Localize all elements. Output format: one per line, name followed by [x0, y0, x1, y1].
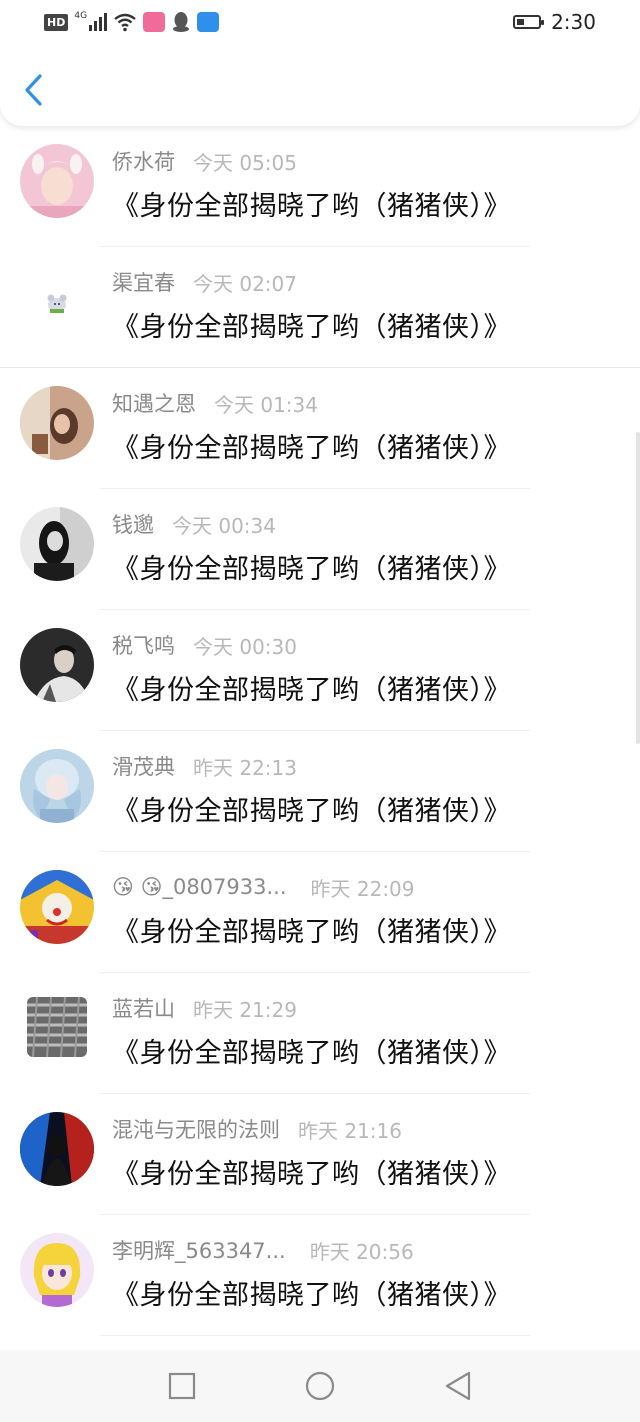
message-text: 《身份全部揭晓了哟（猪猪侠）》: [112, 1038, 511, 1069]
message-meta: 侨水荷 今天 05:05: [112, 146, 297, 176]
message-text: 《身份全部揭晓了哟（猪猪侠）》: [112, 191, 511, 222]
avatar[interactable]: [20, 1233, 94, 1307]
message-time: 昨天 20:56: [309, 1239, 414, 1264]
message-time: 昨天 22:09: [310, 876, 415, 901]
sender-name: 蓝若山: [112, 997, 175, 1021]
bilibili-app-icon: [143, 12, 166, 32]
list-item[interactable]: 混沌与无限的法则 昨天 21:16 《身份全部揭晓了哟（猪猪侠）》: [0, 1094, 640, 1215]
sender-name: 李明辉_563347...: [112, 1239, 286, 1263]
message-time: 今天 00:34: [172, 513, 276, 538]
message-meta: 税飞鸣 今天 00:30: [112, 630, 297, 660]
sender-name: 渠宜春: [112, 271, 175, 295]
sender-name: 知遇之恩: [112, 392, 196, 416]
message-meta: 😘 😘_0807933... 昨天 22:09: [112, 872, 415, 902]
message-meta: 渠宜春 今天 02:07: [112, 267, 297, 297]
avatar[interactable]: [20, 749, 94, 823]
message-meta: 混沌与无限的法则 昨天 21:16: [112, 1114, 402, 1144]
avatar[interactable]: [20, 870, 94, 944]
message-text: 《身份全部揭晓了哟（猪猪侠）》: [112, 1159, 511, 1190]
scrollbar[interactable]: [636, 432, 640, 744]
screen: HD 4G 2:30 侨水荷 今天 05:05 《身份全部揭晓了哟（猪猪侠）》 …: [0, 0, 640, 1422]
wifi-icon: [114, 13, 136, 32]
avatar[interactable]: [27, 997, 87, 1057]
battery-level-fill: [517, 19, 525, 25]
home-button[interactable]: [305, 1371, 335, 1401]
message-text: 《身份全部揭晓了哟（猪猪侠）》: [112, 312, 511, 343]
system-nav-bar: [0, 1350, 640, 1422]
message-time: 昨天 21:29: [193, 997, 297, 1022]
list-item[interactable]: 渠宜春 今天 02:07 《身份全部揭晓了哟（猪猪侠）》: [0, 247, 640, 368]
avatar[interactable]: [20, 144, 94, 218]
list-item[interactable]: 😘 😘_0807933... 昨天 22:09 《身份全部揭晓了哟（猪猪侠）》: [0, 852, 640, 973]
message-meta: 知遇之恩 今天 01:34: [112, 388, 318, 418]
status-time: 2:30: [551, 10, 596, 34]
message-time: 昨天 22:13: [193, 755, 297, 780]
avatar[interactable]: [20, 386, 94, 460]
chevron-left-icon: [25, 74, 42, 106]
message-meta: 滑茂典 昨天 22:13: [112, 751, 297, 781]
message-meta: 钱邈 今天 00:34: [112, 509, 276, 539]
battery-icon: [513, 15, 545, 29]
message-time: 今天 00:30: [193, 634, 297, 659]
sender-name: 侨水荷: [112, 150, 175, 174]
network-label: 4G: [74, 11, 88, 21]
message-list: 侨水荷 今天 05:05 《身份全部揭晓了哟（猪猪侠）》 渠宜春 今天 02:0…: [0, 126, 640, 1336]
message-meta: 李明辉_563347... 昨天 20:56: [112, 1235, 414, 1265]
avatar[interactable]: [20, 1112, 94, 1186]
list-item[interactable]: 知遇之恩 今天 01:34 《身份全部揭晓了哟（猪猪侠）》: [0, 368, 640, 489]
signal-icon: [89, 13, 108, 31]
home-icon: [305, 1371, 335, 1401]
back-button[interactable]: [18, 70, 52, 110]
message-time: 今天 01:34: [214, 392, 318, 417]
hd-badge: HD: [44, 13, 69, 31]
back-triangle-icon: [445, 1371, 471, 1401]
status-right: 2:30: [513, 10, 596, 34]
message-time: 今天 05:05: [193, 150, 297, 175]
status-left: HD 4G: [44, 10, 220, 34]
message-text: 《身份全部揭晓了哟（猪猪侠）》: [112, 675, 511, 706]
list-item[interactable]: 蓝若山 昨天 21:29 《身份全部揭晓了哟（猪猪侠）》: [0, 973, 640, 1094]
avatar[interactable]: [20, 507, 94, 581]
top-header: HD 4G 2:30: [0, 0, 640, 126]
message-text: 《身份全部揭晓了哟（猪猪侠）》: [112, 917, 511, 948]
divider: [100, 1335, 530, 1336]
sender-name: 钱邈: [112, 513, 154, 537]
store-app-icon: [197, 12, 220, 32]
sender-name: 滑茂典: [112, 755, 175, 779]
list-item[interactable]: 侨水荷 今天 05:05 《身份全部揭晓了哟（猪猪侠）》: [0, 126, 640, 247]
recent-apps-icon: [168, 1372, 196, 1400]
list-item[interactable]: 税飞鸣 今天 00:30 《身份全部揭晓了哟（猪猪侠）》: [0, 610, 640, 731]
message-text: 《身份全部揭晓了哟（猪猪侠）》: [112, 1280, 511, 1311]
nav-back-button[interactable]: [443, 1371, 473, 1401]
sender-name: 😘 😘_0807933...: [112, 875, 287, 899]
message-meta: 蓝若山 昨天 21:29: [112, 993, 297, 1023]
avatar[interactable]: [20, 265, 94, 339]
message-text: 《身份全部揭晓了哟（猪猪侠）》: [112, 796, 511, 827]
sender-name: 混沌与无限的法则: [112, 1118, 280, 1142]
recent-apps-button[interactable]: [167, 1371, 197, 1401]
message-text: 《身份全部揭晓了哟（猪猪侠）》: [112, 433, 511, 464]
list-item[interactable]: 李明辉_563347... 昨天 20:56 《身份全部揭晓了哟（猪猪侠）》: [0, 1215, 640, 1336]
status-bar: HD 4G 2:30: [0, 0, 640, 44]
qq-app-icon: [173, 12, 190, 32]
list-item[interactable]: 滑茂典 昨天 22:13 《身份全部揭晓了哟（猪猪侠）》: [0, 731, 640, 852]
list-item[interactable]: 钱邈 今天 00:34 《身份全部揭晓了哟（猪猪侠）》: [0, 489, 640, 610]
message-text: 《身份全部揭晓了哟（猪猪侠）》: [112, 554, 511, 585]
sender-name: 税飞鸣: [112, 634, 175, 658]
avatar[interactable]: [20, 628, 94, 702]
message-time: 昨天 21:16: [298, 1118, 402, 1143]
message-time: 今天 02:07: [193, 271, 297, 296]
